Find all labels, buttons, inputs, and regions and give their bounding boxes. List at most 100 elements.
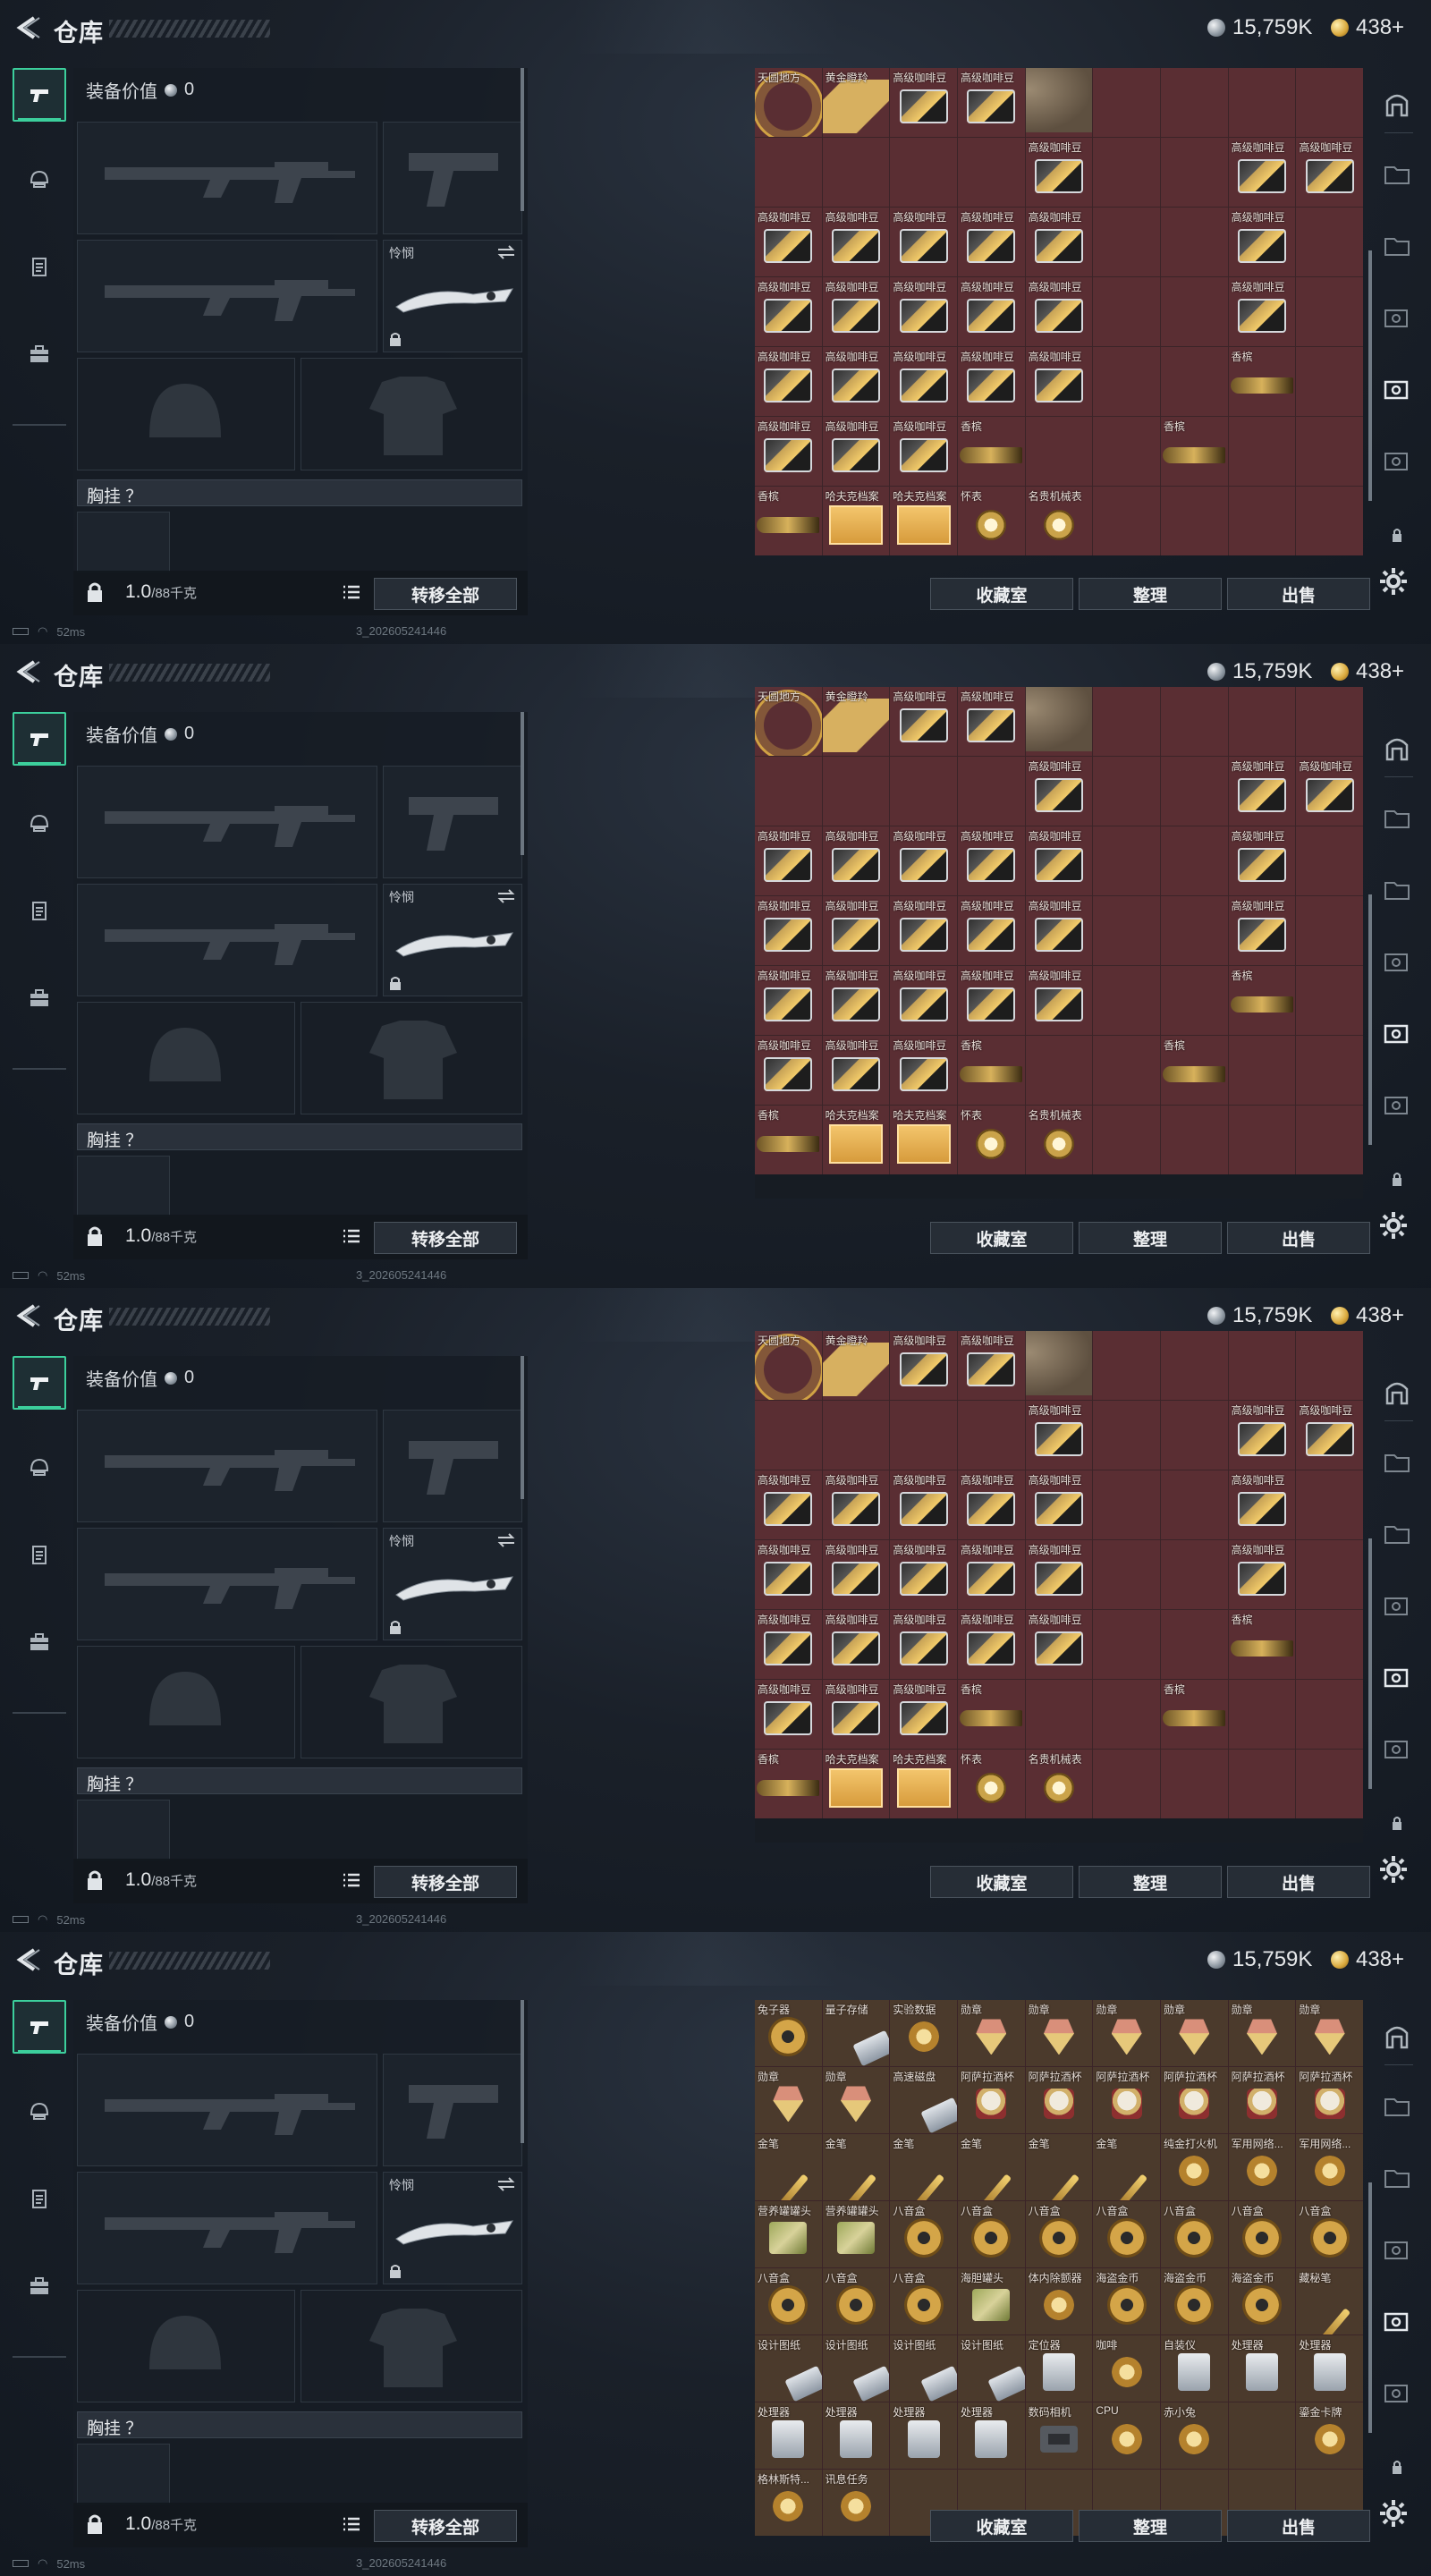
storage-item-cell[interactable]: 八音盒 bbox=[890, 2201, 957, 2267]
storage-item-cell[interactable]: 高级咖啡豆 bbox=[1228, 757, 1296, 826]
storage-item-cell[interactable] bbox=[1296, 1540, 1363, 1609]
storage-item-cell[interactable]: 香槟 bbox=[957, 1680, 1025, 1749]
storage-item-cell[interactable]: 军用网络... bbox=[1228, 2134, 1296, 2200]
storage-item-cell[interactable] bbox=[890, 138, 957, 207]
tab-storage-iv-2[interactable] bbox=[1377, 869, 1417, 909]
storage-item-cell[interactable]: 设计图纸 bbox=[890, 2335, 957, 2402]
back-button[interactable] bbox=[13, 14, 43, 41]
gold-currency[interactable]: 438+ bbox=[1331, 658, 1404, 685]
storage-item-cell[interactable] bbox=[1296, 1610, 1363, 1679]
helmet-slot[interactable] bbox=[77, 358, 295, 470]
pistol-slot[interactable] bbox=[383, 1410, 522, 1522]
storage-item-cell[interactable] bbox=[1093, 1540, 1160, 1609]
storage-item-cell[interactable]: 纯金打火机 bbox=[1160, 2134, 1228, 2200]
helmet-slot[interactable] bbox=[77, 1002, 295, 1114]
nav-backpack[interactable] bbox=[13, 1615, 66, 1669]
storage-item-cell[interactable]: 高级咖啡豆 bbox=[1025, 1401, 1093, 1470]
tab-locked[interactable] bbox=[1377, 1803, 1417, 1843]
storage-item-cell[interactable] bbox=[1296, 1331, 1363, 1400]
storage-item-cell[interactable]: 处理器 bbox=[890, 2402, 957, 2469]
storage-item-cell[interactable] bbox=[1025, 1331, 1093, 1400]
storage-item-cell[interactable]: 体内除颤器 bbox=[1025, 2268, 1093, 2334]
storage-item-cell[interactable] bbox=[1228, 1106, 1296, 1174]
sell-button[interactable]: 出售 bbox=[1227, 1866, 1370, 1898]
armor-slot[interactable] bbox=[301, 1002, 522, 1114]
gold-currency[interactable]: 438+ bbox=[1331, 1302, 1404, 1329]
storage-item-cell[interactable]: 香槟 bbox=[1160, 417, 1228, 486]
storage-item-cell[interactable] bbox=[1093, 138, 1160, 207]
storage-item-cell[interactable]: 高级咖啡豆 bbox=[957, 347, 1025, 416]
storage-item-cell[interactable]: 赤小兔 bbox=[1160, 2402, 1228, 2469]
secondary-weapon-slot[interactable] bbox=[77, 884, 377, 996]
nav-backpack[interactable] bbox=[13, 327, 66, 381]
swap-icon[interactable] bbox=[496, 1532, 516, 1548]
transfer-all-button[interactable]: 转移全部 bbox=[374, 1866, 517, 1898]
sort-button[interactable]: 整理 bbox=[1079, 2510, 1222, 2542]
storage-item-cell[interactable]: 哈夫克档案 bbox=[890, 487, 957, 555]
sort-button[interactable]: 整理 bbox=[1079, 1222, 1222, 1254]
storage-item-cell[interactable]: 鎏金卡牌 bbox=[1296, 2402, 1363, 2469]
primary-weapon-slot[interactable] bbox=[77, 766, 377, 878]
storage-item-cell[interactable]: 高级咖啡豆 bbox=[1228, 1540, 1296, 1609]
nav-weapons[interactable] bbox=[13, 68, 66, 122]
storage-item-cell[interactable]: 高级咖啡豆 bbox=[890, 68, 957, 137]
settings-gear-icon[interactable] bbox=[1377, 2497, 1410, 2529]
storage-item-cell[interactable]: 天圆地方 bbox=[755, 1331, 822, 1400]
storage-item-cell[interactable]: 黄金瞪羚 bbox=[822, 1331, 890, 1400]
storage-item-cell[interactable]: 阿萨拉酒杯 bbox=[1093, 2067, 1160, 2133]
storage-item-cell[interactable]: 名贵机械表 bbox=[1025, 1106, 1093, 1174]
nav-weapons[interactable] bbox=[13, 2000, 66, 2054]
storage-item-cell[interactable]: 高级咖啡豆 bbox=[957, 896, 1025, 965]
storage-scrollbar[interactable] bbox=[1368, 894, 1372, 1145]
storage-item-cell[interactable]: 高级咖啡豆 bbox=[1025, 1610, 1093, 1679]
tab-storage-iv-2[interactable] bbox=[1377, 2157, 1417, 2197]
secondary-weapon-slot[interactable] bbox=[77, 1528, 377, 1640]
storage-item-cell[interactable]: 高级咖啡豆 bbox=[755, 208, 822, 276]
storage-item-cell[interactable] bbox=[1093, 966, 1160, 1035]
storage-item-cell[interactable]: 高级咖啡豆 bbox=[957, 966, 1025, 1035]
chest-rig-slot[interactable] bbox=[77, 1156, 170, 1216]
storage-item-cell[interactable]: 香槟 bbox=[1228, 966, 1296, 1035]
storage-item-cell[interactable] bbox=[1296, 1680, 1363, 1749]
storage-item-cell[interactable]: 高级咖啡豆 bbox=[890, 417, 957, 486]
storage-item-cell[interactable] bbox=[1160, 347, 1228, 416]
storage-item-cell[interactable]: 哈夫克档案 bbox=[890, 1750, 957, 1818]
tab-arch[interactable] bbox=[1377, 2016, 1417, 2055]
storage-item-cell[interactable] bbox=[1093, 1401, 1160, 1470]
back-button[interactable] bbox=[13, 658, 43, 685]
equipment-scrollbar[interactable] bbox=[521, 1356, 524, 1499]
storage-item-cell[interactable] bbox=[822, 1401, 890, 1470]
tab-storage-iv-3[interactable] bbox=[1377, 941, 1417, 980]
storage-item-cell[interactable]: 高级咖啡豆 bbox=[957, 208, 1025, 276]
nav-helmet[interactable] bbox=[13, 796, 66, 850]
tab-arch[interactable] bbox=[1377, 84, 1417, 123]
storage-item-cell[interactable]: 高级咖啡豆 bbox=[957, 1610, 1025, 1679]
sell-button[interactable]: 出售 bbox=[1227, 1222, 1370, 1254]
primary-weapon-slot[interactable] bbox=[77, 2054, 377, 2166]
storage-item-cell[interactable]: 高级咖啡豆 bbox=[822, 966, 890, 1035]
storage-item-cell[interactable]: 怀表 bbox=[957, 1106, 1025, 1174]
tab-storage-v[interactable] bbox=[1377, 1013, 1417, 1052]
armor-slot[interactable] bbox=[301, 358, 522, 470]
storage-item-cell[interactable]: 格林斯特... bbox=[755, 2470, 822, 2536]
storage-item-cell[interactable] bbox=[1160, 1610, 1228, 1679]
storage-item-cell[interactable]: 讯息任务 bbox=[822, 2470, 890, 2536]
storage-item-cell[interactable]: 金笔 bbox=[755, 2134, 822, 2200]
storage-item-cell[interactable]: 高级咖啡豆 bbox=[1296, 138, 1363, 207]
storage-item-cell[interactable] bbox=[1296, 1106, 1363, 1174]
storage-item-cell[interactable]: 高级咖啡豆 bbox=[755, 417, 822, 486]
tab-storage-iv-3[interactable] bbox=[1377, 297, 1417, 336]
storage-item-cell[interactable] bbox=[1296, 417, 1363, 486]
storage-item-cell[interactable]: 高级咖啡豆 bbox=[1228, 138, 1296, 207]
storage-item-cell[interactable]: 高级咖啡豆 bbox=[822, 277, 890, 346]
storage-item-cell[interactable] bbox=[1228, 417, 1296, 486]
tab-storage-v-2[interactable] bbox=[1377, 1728, 1417, 1767]
storage-item-cell[interactable]: 怀表 bbox=[957, 1750, 1025, 1818]
storage-item-cell[interactable] bbox=[1160, 966, 1228, 1035]
nav-weapons[interactable] bbox=[13, 712, 66, 766]
secondary-weapon-slot[interactable] bbox=[77, 2172, 377, 2284]
storage-item-cell[interactable]: 海盗金币 bbox=[1093, 2268, 1160, 2334]
storage-item-cell[interactable] bbox=[957, 1401, 1025, 1470]
melee-slot[interactable]: 怜悯 bbox=[383, 240, 522, 352]
storage-item-cell[interactable] bbox=[822, 138, 890, 207]
